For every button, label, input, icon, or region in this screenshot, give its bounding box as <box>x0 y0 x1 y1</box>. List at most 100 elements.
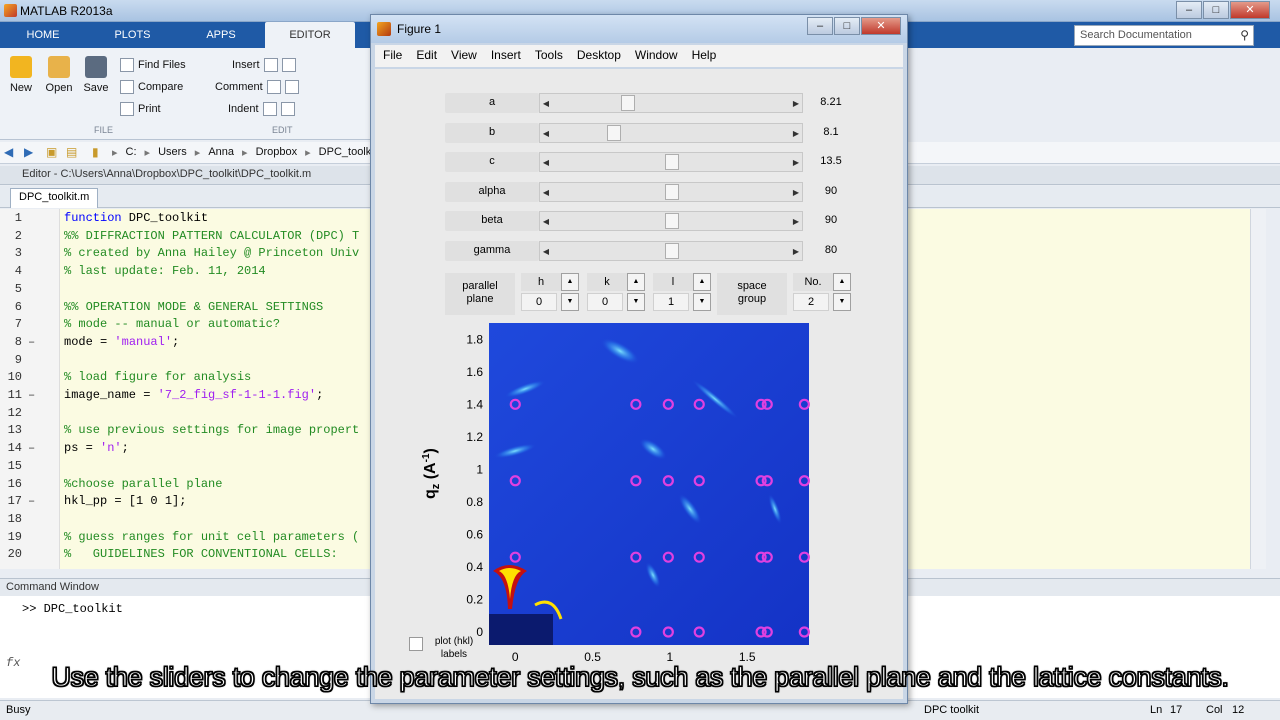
slider-right-arrow-icon[interactable]: ▶ <box>790 185 802 200</box>
slider-track[interactable]: ◀ ▶ <box>539 181 803 202</box>
command-prompt-line: >> DPC_toolkit <box>22 602 123 616</box>
slider-left-arrow-icon[interactable]: ◀ <box>540 126 552 141</box>
editor-scrollbar[interactable] <box>1250 209 1266 569</box>
line-number: 10 <box>7 370 22 385</box>
l-down-button[interactable]: ▼ <box>693 293 711 311</box>
up-folder-icon[interactable]: ▣ <box>46 145 57 159</box>
menu-edit[interactable]: Edit <box>408 45 443 67</box>
menu-desktop[interactable]: Desktop <box>569 45 627 67</box>
close-button[interactable]: ✕ <box>1230 1 1270 19</box>
crumb-anna[interactable]: Anna <box>208 146 234 159</box>
slider-thumb[interactable] <box>665 242 679 259</box>
slider-track[interactable]: ◀ ▶ <box>539 211 803 231</box>
slider-value: 90 <box>824 214 838 226</box>
browse-folder-icon[interactable]: ▤ <box>66 145 77 159</box>
code-text: function DPC_toolkit <box>64 211 209 225</box>
slider-right-arrow-icon[interactable]: ▶ <box>790 155 802 170</box>
slider-left-arrow-icon[interactable]: ◀ <box>540 155 552 170</box>
tab-plots[interactable]: PLOTS <box>95 22 170 48</box>
menu-file[interactable]: File <box>375 45 408 67</box>
slider-right-arrow-icon[interactable]: ▶ <box>790 214 802 229</box>
tab-apps[interactable]: APPS <box>185 22 257 48</box>
plot-hkl-labels-checkbox[interactable] <box>409 637 423 651</box>
print-button[interactable]: Print <box>120 102 161 116</box>
tab-editor[interactable]: EDITOR <box>265 22 355 48</box>
h-label: h <box>521 273 561 291</box>
indent-button[interactable]: Indent <box>228 102 295 116</box>
no-up-button[interactable]: ▲ <box>833 273 851 291</box>
l-value[interactable]: 1 <box>653 293 689 311</box>
slider-left-arrow-icon[interactable]: ◀ <box>540 185 552 200</box>
status-col-label: Col <box>1206 704 1223 716</box>
slider-thumb[interactable] <box>665 154 679 170</box>
breakpoint-marker[interactable]: – <box>28 333 35 351</box>
new-button[interactable]: New <box>6 56 36 94</box>
breakpoint-marker[interactable]: – <box>28 439 35 457</box>
slider-track[interactable]: ◀ ▶ <box>539 240 803 261</box>
figure-window-controls: – □ ✕ <box>807 17 901 35</box>
compare-button[interactable]: Compare <box>120 80 183 94</box>
h-down-button[interactable]: ▼ <box>561 293 579 311</box>
menu-help[interactable]: Help <box>684 45 723 67</box>
comment-label: Comment <box>215 81 263 93</box>
slider-right-arrow-icon[interactable]: ▶ <box>790 96 802 111</box>
slider-track[interactable]: ◀ ▶ <box>539 152 803 172</box>
space-group-number[interactable]: 2 <box>793 293 829 311</box>
slider-thumb[interactable] <box>607 124 622 141</box>
slider-left-arrow-icon[interactable]: ◀ <box>540 214 552 229</box>
y-tick-label: 1.4 <box>466 397 483 411</box>
crumb-users[interactable]: Users <box>158 146 187 159</box>
back-arrow-icon[interactable]: ◀ <box>4 145 13 159</box>
k-value[interactable]: 0 <box>587 293 623 311</box>
crumb-drive[interactable]: C: <box>126 146 137 159</box>
k-up-button[interactable]: ▲ <box>627 273 645 291</box>
search-documentation-input[interactable]: Search Documentation ⚲ <box>1074 25 1254 46</box>
slider-thumb[interactable] <box>665 183 679 200</box>
menu-window[interactable]: Window <box>627 45 684 67</box>
code-text: hkl_pp = [1 0 1]; <box>64 494 187 509</box>
search-icon[interactable]: ⚲ <box>1240 28 1249 42</box>
crumb-dpc-toolkit[interactable]: DPC_toolkit <box>319 146 377 159</box>
h-value[interactable]: 0 <box>521 293 557 311</box>
open-button[interactable]: Open <box>44 56 74 94</box>
slider-left-arrow-icon[interactable]: ◀ <box>540 96 552 111</box>
insert-button[interactable]: Insert <box>232 58 296 72</box>
find-files-button[interactable]: Find Files <box>120 58 186 72</box>
maximize-button[interactable]: □ <box>1203 1 1229 19</box>
minimize-button[interactable]: – <box>1176 1 1202 19</box>
no-label: No. <box>793 273 833 291</box>
k-down-button[interactable]: ▼ <box>627 293 645 311</box>
breakpoint-marker[interactable]: – <box>28 386 35 404</box>
code-text: % use previous settings for image proper… <box>64 423 360 438</box>
forward-arrow-icon[interactable]: ▶ <box>24 145 33 159</box>
line-number: 20 <box>7 547 22 562</box>
no-down-button[interactable]: ▼ <box>833 293 851 311</box>
slider-left-arrow-icon[interactable]: ◀ <box>540 244 552 259</box>
comment-button[interactable]: Comment <box>215 80 299 94</box>
slider-right-arrow-icon[interactable]: ▶ <box>790 244 802 259</box>
menu-view[interactable]: View <box>443 45 483 67</box>
slider-label: c <box>445 152 539 172</box>
slider-right-arrow-icon[interactable]: ▶ <box>790 126 802 141</box>
crumb-dropbox[interactable]: Dropbox <box>256 146 298 159</box>
slider-thumb[interactable] <box>665 213 679 229</box>
figure-maximize-button[interactable]: □ <box>834 17 860 35</box>
menu-insert[interactable]: Insert <box>483 45 527 67</box>
slider-thumb[interactable] <box>620 95 635 111</box>
l-up-button[interactable]: ▲ <box>693 273 711 291</box>
save-button[interactable]: Save <box>82 56 110 94</box>
code-text: % load figure for analysis <box>64 370 252 385</box>
tab-home[interactable]: HOME <box>8 22 78 48</box>
comment-icon <box>266 80 281 94</box>
y-tick-label: 0.4 <box>466 560 483 574</box>
h-up-button[interactable]: ▲ <box>561 273 579 291</box>
menu-tools[interactable]: Tools <box>527 45 569 67</box>
figure-close-button[interactable]: ✕ <box>861 17 901 35</box>
figure-minimize-button[interactable]: – <box>807 17 833 35</box>
breakpoint-marker[interactable]: – <box>28 492 35 510</box>
editor-file-tab[interactable]: DPC_toolkit.m <box>10 188 99 208</box>
slider-track[interactable]: ◀ ▶ <box>539 122 803 143</box>
matlab-logo-icon <box>4 4 17 17</box>
slider-track[interactable]: ◀ ▶ <box>539 93 803 113</box>
line-number: 17 <box>7 494 22 509</box>
